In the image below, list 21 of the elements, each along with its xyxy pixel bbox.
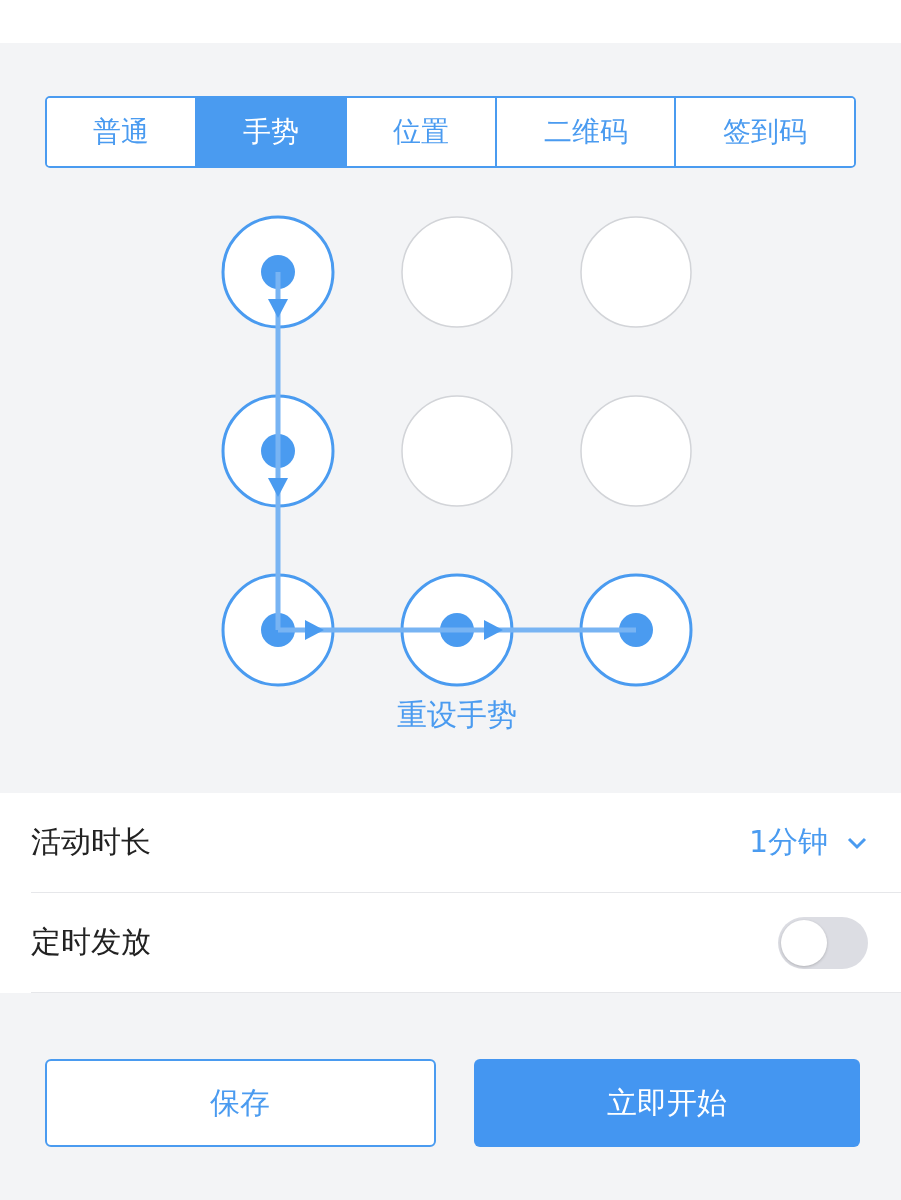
setting-label: 活动时长 — [31, 823, 152, 861]
gesture-node[interactable] — [580, 395, 692, 507]
gesture-node[interactable] — [401, 216, 513, 328]
setting-label: 定时发放 — [31, 923, 152, 961]
save-button[interactable]: 保存 — [45, 1059, 436, 1147]
tab[interactable]: 手势 — [194, 98, 345, 166]
gesture-node[interactable] — [400, 573, 514, 687]
gesture-node[interactable] — [221, 215, 335, 329]
toggle-switch[interactable] — [778, 916, 868, 969]
reset-gesture-link[interactable]: 重设手势 — [396, 695, 517, 736]
duration-value[interactable]: 1分钟 — [748, 822, 828, 863]
gesture-node[interactable] — [221, 573, 335, 687]
tab[interactable]: 签到码 — [674, 98, 854, 166]
start-button[interactable]: 立即开始 — [473, 1059, 860, 1147]
gesture-node[interactable] — [221, 394, 335, 508]
settings-row[interactable]: 定时发放 — [31, 893, 901, 993]
gesture-node[interactable] — [580, 216, 692, 328]
settings-row[interactable]: 活动时长 1分钟 — [31, 793, 901, 893]
gesture-node[interactable] — [401, 395, 513, 507]
gesture-node[interactable] — [579, 573, 693, 687]
chevron-down-icon[interactable] — [846, 835, 868, 850]
